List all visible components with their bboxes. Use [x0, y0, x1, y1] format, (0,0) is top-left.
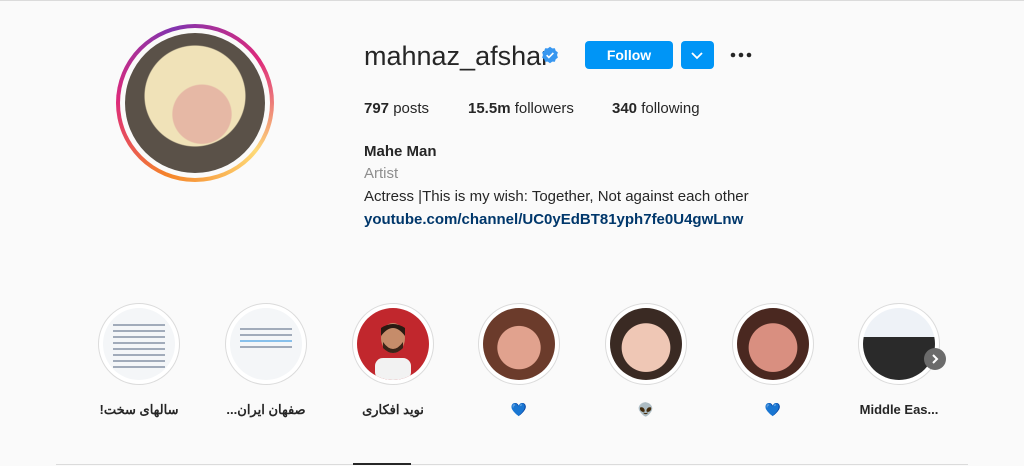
- profile-username: mahnaz_afshar: [364, 41, 551, 71]
- bio-external-link[interactable]: youtube.com/channel/UC0yEdBT81yph7fe0U4g…: [364, 210, 743, 230]
- active-tab-indicator: [353, 463, 411, 465]
- profile-avatar: [125, 33, 265, 173]
- highlight-cover: [483, 308, 555, 380]
- story-highlight[interactable]: نوید افکاری: [343, 303, 443, 419]
- story-highlight[interactable]: ...صفهان ایران: [216, 303, 316, 419]
- profile-avatar-story-ring[interactable]: [116, 24, 274, 182]
- highlight-label: !سالهای سخت: [99, 402, 179, 417]
- highlight-cover: [737, 308, 809, 380]
- verified-badge-icon: [542, 46, 558, 64]
- more-options-button[interactable]: [727, 44, 755, 66]
- following-label: following: [641, 100, 700, 117]
- highlight-cover: [357, 308, 429, 380]
- highlight-cover: [103, 308, 175, 380]
- more-options-icon: [730, 52, 752, 58]
- top-divider: [0, 0, 1024, 1]
- bio-text: Actress |This is my wish: Together, Not …: [364, 188, 749, 205]
- chevron-right-icon: [932, 354, 939, 364]
- suggested-accounts-dropdown-button[interactable]: [681, 41, 714, 69]
- highlight-cover: [610, 308, 682, 380]
- bio-full-name: Mahe Man: [364, 143, 437, 160]
- highlight-label: Middle Eas...: [859, 402, 939, 417]
- following-count: 340: [612, 100, 638, 117]
- following-link[interactable]: 340 following: [612, 99, 700, 119]
- highlight-label: نوید افکاری: [362, 402, 424, 417]
- bio-category: Artist: [364, 165, 399, 182]
- highlight-cover: [863, 308, 935, 380]
- posts-label: posts: [393, 100, 430, 117]
- highlight-cover: [230, 308, 302, 380]
- followers-count: 15.5m: [468, 100, 511, 117]
- story-highlight[interactable]: 💙: [469, 303, 569, 419]
- highlight-label: ...صفهان ایران: [226, 402, 306, 417]
- follow-button[interactable]: Follow: [585, 41, 673, 69]
- posts-count: 797: [364, 100, 390, 117]
- posts-stat: 797 posts: [364, 99, 429, 119]
- highlights-next-button[interactable]: [924, 348, 946, 370]
- story-highlight[interactable]: !سالهای سخت: [89, 303, 189, 419]
- followers-link[interactable]: 15.5m followers: [468, 99, 574, 119]
- story-highlight[interactable]: 💙: [723, 303, 823, 419]
- highlight-label: 👽: [637, 402, 655, 417]
- tabs-divider: [56, 464, 968, 465]
- followers-label: followers: [514, 100, 574, 117]
- highlight-label: 💙: [510, 402, 528, 417]
- story-highlight[interactable]: 👽: [596, 303, 696, 419]
- chevron-down-icon: [691, 52, 703, 60]
- highlight-label: 💙: [764, 402, 782, 417]
